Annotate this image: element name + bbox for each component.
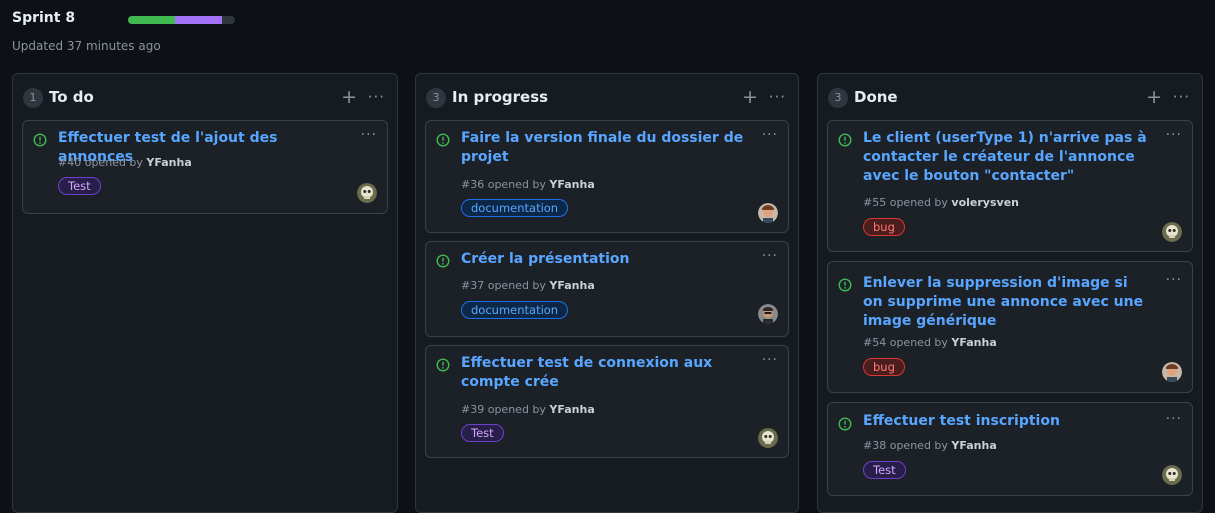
column-in-progress: 3 In progress + ··· Faire la version fin… — [415, 73, 799, 513]
issue-open-icon — [838, 132, 852, 147]
opened-by-text: opened by — [487, 403, 546, 416]
column-header: 1 To do + ··· — [23, 86, 387, 110]
issue-number: #39 — [461, 403, 485, 416]
ellipsis-icon[interactable]: ··· — [762, 127, 778, 143]
column-done: 3 Done + ··· Le client (userType 1) n'ar… — [817, 73, 1203, 513]
ellipsis-icon[interactable]: ··· — [762, 352, 778, 368]
issue-number: #40 — [58, 156, 82, 169]
issue-title[interactable]: Le client (userType 1) n'arrive pas à co… — [863, 129, 1152, 186]
issue-title[interactable]: Effectuer test de connexion aux compte c… — [461, 354, 748, 392]
issue-meta: #40 opened by YFanha — [58, 156, 192, 169]
label-badge[interactable]: Test — [863, 461, 906, 479]
label-badge[interactable]: Test — [58, 177, 101, 195]
opened-by-text: opened by — [889, 336, 948, 349]
issue-open-icon — [436, 132, 450, 147]
issue-meta: #36 opened by YFanha — [461, 178, 595, 191]
column-count: 1 — [23, 88, 43, 108]
issue-open-icon — [436, 357, 450, 372]
plus-icon[interactable]: + — [341, 86, 357, 108]
opened-by-text: opened by — [84, 156, 143, 169]
ellipsis-icon[interactable]: ··· — [361, 127, 377, 143]
column-header: 3 In progress + ··· — [426, 86, 788, 110]
issue-card[interactable]: Effectuer test de connexion aux compte c… — [425, 345, 789, 458]
progress-in-progress-segment — [175, 16, 223, 24]
column-title: To do — [49, 88, 94, 106]
ellipsis-icon[interactable]: ··· — [769, 86, 786, 108]
issue-title[interactable]: Enlever la suppression d'image si on sup… — [863, 274, 1152, 331]
issue-open-icon — [838, 277, 852, 292]
issue-number: #55 — [863, 196, 887, 209]
ellipsis-icon[interactable]: ··· — [1166, 411, 1182, 427]
issue-open-icon — [838, 416, 852, 431]
issue-author[interactable]: YFanha — [951, 439, 996, 452]
issue-meta: #54 opened by YFanha — [863, 336, 997, 349]
issue-card[interactable]: Enlever la suppression d'image si on sup… — [827, 261, 1193, 393]
issue-open-icon — [436, 253, 450, 268]
issue-number: #37 — [461, 279, 485, 292]
opened-by-text: opened by — [889, 439, 948, 452]
ellipsis-icon[interactable]: ··· — [1173, 86, 1190, 108]
sprint-progress-bar — [128, 16, 235, 24]
plus-icon[interactable]: + — [742, 86, 758, 108]
label-badge[interactable]: bug — [863, 358, 905, 376]
avatar[interactable] — [758, 203, 778, 223]
label-badge[interactable]: documentation — [461, 301, 569, 319]
column-title: In progress — [452, 88, 549, 106]
ellipsis-icon[interactable]: ··· — [368, 86, 385, 108]
avatar[interactable] — [357, 183, 377, 203]
label-badge[interactable]: bug — [863, 218, 905, 236]
issue-open-icon — [33, 132, 47, 147]
column-count: 3 — [426, 88, 446, 108]
opened-by-text: opened by — [889, 196, 948, 209]
issue-author[interactable]: YFanha — [549, 178, 594, 191]
column-todo: 1 To do + ··· Effectuer test de l'ajout … — [12, 73, 398, 513]
issue-meta: #55 opened by volerysven — [863, 196, 1019, 209]
issue-card[interactable]: Faire la version finale du dossier de pr… — [425, 120, 789, 233]
avatar[interactable] — [1162, 465, 1182, 485]
opened-by-text: opened by — [487, 279, 546, 292]
issue-title[interactable]: Effectuer test inscription — [863, 412, 1152, 431]
issue-title[interactable]: Faire la version finale du dossier de pr… — [461, 129, 748, 167]
issue-card[interactable]: Créer la présentation ··· #37 opened by … — [425, 241, 789, 337]
issue-author[interactable]: YFanha — [549, 403, 594, 416]
issue-card[interactable]: Le client (userType 1) n'arrive pas à co… — [827, 120, 1193, 252]
updated-timestamp: Updated 37 minutes ago — [12, 39, 161, 53]
issue-meta: #39 opened by YFanha — [461, 403, 595, 416]
issue-author[interactable]: YFanha — [146, 156, 191, 169]
issue-author[interactable]: volerysven — [951, 196, 1019, 209]
issue-meta: #38 opened by YFanha — [863, 439, 997, 452]
issue-number: #36 — [461, 178, 485, 191]
column-header: 3 Done + ··· — [828, 86, 1192, 110]
issue-meta: #37 opened by YFanha — [461, 279, 595, 292]
issue-title[interactable]: Créer la présentation — [461, 250, 748, 269]
column-count: 3 — [828, 88, 848, 108]
issue-card[interactable]: Effectuer test de l'ajout des annonces ·… — [22, 120, 388, 214]
sprint-header: Sprint 8 Updated 37 minutes ago — [12, 8, 1215, 63]
ellipsis-icon[interactable]: ··· — [1166, 127, 1182, 143]
issue-number: #38 — [863, 439, 887, 452]
issue-author[interactable]: YFanha — [951, 336, 996, 349]
plus-icon[interactable]: + — [1146, 86, 1162, 108]
ellipsis-icon[interactable]: ··· — [1166, 272, 1182, 288]
avatar[interactable] — [758, 304, 778, 324]
label-badge[interactable]: documentation — [461, 199, 569, 217]
avatar[interactable] — [1162, 362, 1182, 382]
issue-number: #54 — [863, 336, 887, 349]
column-title: Done — [854, 88, 898, 106]
avatar[interactable] — [758, 428, 778, 448]
sprint-title: Sprint 8 — [12, 10, 76, 26]
issue-author[interactable]: YFanha — [549, 279, 594, 292]
progress-done-segment — [128, 16, 176, 24]
label-badge[interactable]: Test — [461, 424, 504, 442]
ellipsis-icon[interactable]: ··· — [762, 248, 778, 264]
opened-by-text: opened by — [487, 178, 546, 191]
issue-card[interactable]: Effectuer test inscription ··· #38 opene… — [827, 402, 1193, 496]
avatar[interactable] — [1162, 222, 1182, 242]
